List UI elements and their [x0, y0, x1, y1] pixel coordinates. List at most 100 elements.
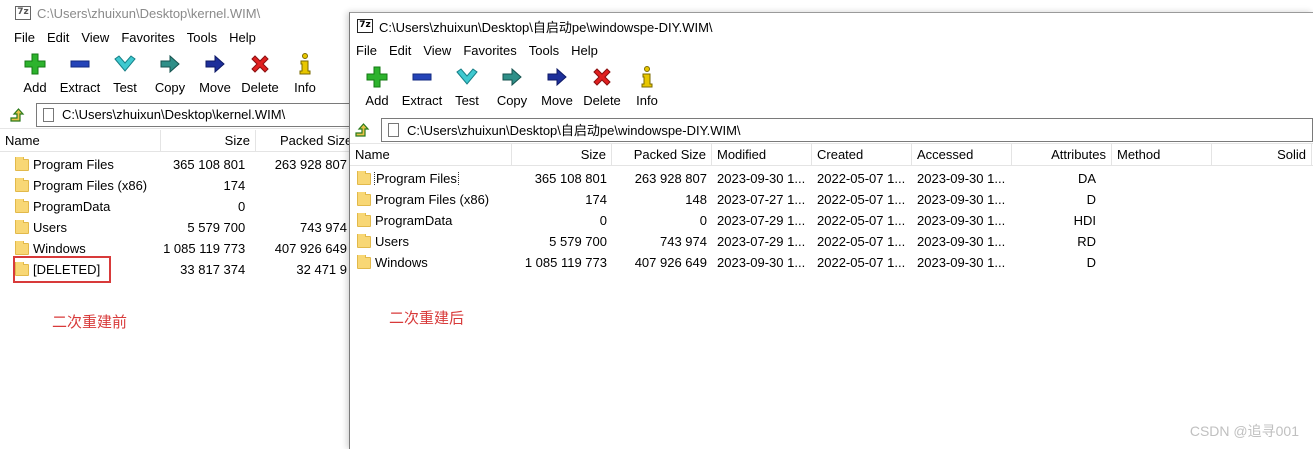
menu-edit[interactable]: Edit [41, 30, 75, 45]
menu-view[interactable]: View [417, 43, 457, 58]
test-label: Test [113, 80, 137, 95]
list-item[interactable]: Program Files (x86) 174 148 2023-07-27 1… [350, 189, 1313, 210]
column-accessed[interactable]: Accessed [912, 144, 1012, 165]
item-size: 5 579 700 [549, 234, 607, 249]
menu-help[interactable]: Help [223, 30, 262, 45]
folder-icon [357, 255, 371, 269]
window-title: C:\Users\zhuixun\Desktop\自启动pe\windowspe… [379, 19, 713, 35]
list-item[interactable]: Program Files (x86) 174 [0, 175, 352, 196]
test-button[interactable]: Test [102, 50, 148, 100]
column-packed-size[interactable]: Packed Size [612, 144, 712, 165]
folder-icon [15, 220, 29, 234]
menu-favorites[interactable]: Favorites [457, 43, 522, 58]
list-item[interactable]: Program Files 365 108 801 263 928 807 [0, 154, 352, 175]
column-name[interactable]: Name [0, 130, 161, 151]
move-label: Move [199, 80, 231, 95]
list-item[interactable]: Users 5 579 700 743 974 2023-07-29 1... … [350, 231, 1313, 252]
checkmark-icon [452, 63, 482, 91]
up-folder-button[interactable] [353, 119, 375, 141]
menu-view[interactable]: View [75, 30, 115, 45]
item-name: Users [375, 234, 409, 249]
list-header: Name Size Packed Size [0, 130, 352, 152]
window-title: C:\Users\zhuixun\Desktop\kernel.WIM\ [37, 5, 261, 21]
copy-button[interactable]: Copy [489, 63, 535, 113]
item-packed-size: 407 926 649 [274, 241, 347, 256]
list-item[interactable]: Program Files 365 108 801 263 928 807 20… [350, 168, 1313, 189]
address-field[interactable]: C:\Users\zhuixun\Desktop\自启动pe\windowspe… [381, 117, 1313, 142]
folder-icon [15, 157, 29, 171]
minus-icon [65, 50, 95, 78]
copy-button[interactable]: Copy [147, 50, 193, 100]
menu-edit[interactable]: Edit [383, 43, 417, 58]
item-attributes: RD [1077, 234, 1096, 249]
item-created: 2022-05-07 1... [817, 255, 906, 270]
menu-favorites[interactable]: Favorites [115, 30, 180, 45]
extract-button[interactable]: Extract [57, 50, 103, 100]
item-size: 365 108 801 [534, 171, 607, 186]
item-size: 365 108 801 [172, 157, 246, 172]
item-attributes: D [1086, 255, 1096, 270]
folder-icon [15, 241, 29, 255]
menu-tools[interactable]: Tools [523, 43, 565, 58]
column-packed-size[interactable]: Packed Size [256, 130, 352, 151]
plus-icon [362, 63, 392, 91]
checkmark-icon [110, 50, 140, 78]
info-button[interactable]: Info [624, 63, 670, 113]
item-packed-size: 148 [685, 192, 707, 207]
move-arrow-icon [200, 50, 230, 78]
move-label: Move [541, 93, 573, 108]
extract-button[interactable]: Extract [399, 63, 445, 113]
item-name: Program Files [33, 157, 114, 172]
item-packed-size: 263 928 807 [634, 171, 707, 186]
info-button[interactable]: Info [282, 50, 328, 100]
column-method[interactable]: Method [1112, 144, 1212, 165]
address-bar: C:\Users\zhuixun\Desktop\自启动pe\windowspe… [350, 116, 1313, 144]
item-accessed: 2023-09-30 1... [917, 255, 1006, 270]
column-modified[interactable]: Modified [712, 144, 812, 165]
column-solid[interactable]: Solid [1212, 144, 1312, 165]
item-name: Program Files (x86) [33, 178, 148, 193]
menu-file[interactable]: File [8, 30, 41, 45]
move-button[interactable]: Move [534, 63, 580, 113]
item-accessed: 2023-09-30 1... [917, 171, 1006, 186]
column-created[interactable]: Created [812, 144, 912, 165]
copy-label: Copy [496, 93, 528, 108]
move-button[interactable]: Move [192, 50, 238, 100]
folder-icon [357, 171, 371, 185]
item-size: 0 [599, 213, 607, 228]
item-name: Program Files (x86) [375, 192, 490, 207]
title-bar: 7z C:\Users\zhuixun\Desktop\kernel.WIM\ [0, 0, 352, 26]
column-attributes[interactable]: Attributes [1012, 144, 1112, 165]
menu-help[interactable]: Help [565, 43, 604, 58]
add-button[interactable]: Add [354, 63, 400, 113]
item-modified: 2023-07-29 1... [717, 213, 806, 228]
menu-file[interactable]: File [350, 43, 383, 58]
list-item[interactable]: ProgramData 0 [0, 196, 352, 217]
menu-tools[interactable]: Tools [181, 30, 223, 45]
item-name: Windows [375, 255, 428, 270]
list-item[interactable]: ProgramData 0 0 2023-07-29 1... 2022-05-… [350, 210, 1313, 231]
delete-button[interactable]: Delete [237, 50, 283, 100]
column-size[interactable]: Size [512, 144, 612, 165]
delete-button[interactable]: Delete [579, 63, 625, 113]
column-name[interactable]: Name [350, 144, 512, 165]
item-accessed: 2023-09-30 1... [917, 234, 1006, 249]
list-item[interactable]: Users 5 579 700 743 974 [0, 217, 352, 238]
after-annotation: 二次重建后 [389, 310, 465, 327]
item-name: Users [33, 220, 67, 235]
column-size[interactable]: Size [161, 130, 256, 151]
item-created: 2022-05-07 1... [817, 234, 906, 249]
address-field[interactable]: C:\Users\zhuixun\Desktop\kernel.WIM\ [36, 102, 352, 127]
list-item[interactable]: Windows 1 085 119 773 407 926 649 2023-0… [350, 252, 1313, 273]
document-icon [43, 107, 54, 122]
up-folder-button[interactable] [8, 104, 30, 126]
add-button[interactable]: Add [12, 50, 58, 100]
left-archive-window: 7z C:\Users\zhuixun\Desktop\kernel.WIM\ … [0, 0, 352, 449]
copy-arrow-icon [497, 63, 527, 91]
item-packed-size: 743 974 [300, 220, 347, 235]
test-button[interactable]: Test [444, 63, 490, 113]
item-size: 33 817 374 [180, 262, 246, 277]
copy-label: Copy [154, 80, 186, 95]
delete-x-icon [245, 50, 275, 78]
list-header: Name Size Packed Size Modified Created A… [350, 144, 1313, 166]
